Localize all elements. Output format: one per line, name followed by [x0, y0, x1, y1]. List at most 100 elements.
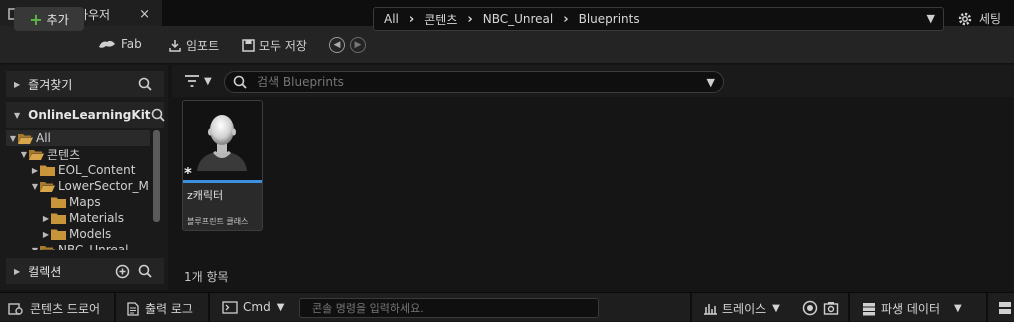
chevron-down-icon: ▼: [954, 303, 962, 314]
asset-view: [172, 97, 1014, 290]
save-all-label: 모두 저장: [259, 39, 307, 53]
tree-item[interactable]: ▶ EOL_Content: [6, 162, 150, 178]
project-header[interactable]: ▼ OnlineLearningKit: [6, 102, 165, 128]
chevron-down-icon: ▼: [772, 303, 780, 314]
console-input[interactable]: [310, 300, 594, 316]
tree-item[interactable]: ▶ Models: [6, 226, 150, 242]
collections-header[interactable]: ▶ 컬렉션: [6, 258, 164, 284]
item-count: 1개 항목: [184, 270, 229, 284]
search-input[interactable]: [255, 74, 699, 90]
add-circle-icon[interactable]: [115, 264, 130, 279]
asset-type-color-bar: [183, 180, 262, 183]
content-drawer-icon: [8, 302, 23, 315]
search-field[interactable]: ▼: [224, 71, 724, 93]
asset-name: z캐릭터: [187, 189, 224, 202]
output-log-label: 출력 로그: [145, 302, 193, 316]
folder-icon: [51, 197, 66, 208]
trace-dropdown[interactable]: 트레이스 ▼: [703, 300, 780, 317]
breadcrumb-blueprints[interactable]: Blueprints: [579, 12, 640, 26]
chevron-down-icon: ▼: [276, 301, 285, 313]
filter-button[interactable]: ▼: [184, 74, 212, 88]
tree-scrollbar[interactable]: [153, 130, 160, 222]
caret-right-icon[interactable]: ▶: [30, 166, 40, 175]
source-control-icon[interactable]: [998, 301, 1012, 315]
tree-item[interactable]: ▼ LowerSector_M: [6, 178, 150, 194]
folder-tree: ▼ All ▼ 콘텐츠 ▶ EOL_Content ▼ LowerSector_M Maps ▶ M…: [6, 130, 150, 250]
tree-item-label: Maps: [69, 195, 101, 209]
cmd-label: Cmd: [243, 300, 271, 314]
toolbar: [0, 26, 1014, 64]
folder-icon: [51, 213, 66, 224]
log-icon: [127, 301, 139, 316]
trace-label: 트레이스: [722, 302, 767, 316]
project-label: OnlineLearningKit: [28, 108, 151, 122]
tree-item[interactable]: Maps: [6, 194, 150, 210]
settings-label: 세팅: [979, 12, 1002, 26]
trace-icon: [704, 304, 717, 315]
caret-down-icon[interactable]: ▼: [8, 134, 18, 143]
asset-type: 블루프린트 클래스: [187, 217, 249, 226]
tree-item-label: NBC_Unreal: [58, 243, 129, 250]
folder-open-icon: [40, 245, 55, 250]
close-icon[interactable]: ×: [139, 7, 150, 22]
back-icon[interactable]: ◀: [329, 37, 345, 53]
terminal-icon: [222, 300, 238, 314]
plus-icon: +: [29, 9, 43, 29]
tree-item[interactable]: ▶ Materials: [6, 210, 150, 226]
settings-button[interactable]: 세팅: [957, 10, 1001, 27]
cmd-dropdown[interactable]: Cmd ▼: [222, 300, 284, 314]
tree-item[interactable]: ▼ 콘텐츠: [6, 146, 150, 162]
add-button-label: 추가: [46, 12, 69, 27]
fab-button[interactable]: Fab: [97, 37, 142, 51]
caret-down-icon: ▼: [14, 110, 21, 120]
chevron-down-icon[interactable]: ▼: [707, 76, 715, 89]
breadcrumb-nbc-unreal[interactable]: NBC_Unreal: [483, 12, 554, 26]
tree-item-label: All: [36, 131, 51, 145]
folder-icon: [51, 229, 66, 240]
search-icon: [233, 75, 247, 89]
derived-data-label: 파생 데이터: [881, 302, 941, 316]
chevron-down-icon[interactable]: ▼: [927, 12, 935, 25]
tree-item[interactable]: ▼ NBC_Unreal: [6, 242, 150, 250]
import-label: 임포트: [186, 39, 220, 53]
breadcrumb-content[interactable]: 콘텐츠: [424, 11, 457, 28]
content-drawer-button[interactable]: 콘텐츠 드로어: [8, 300, 100, 317]
record-icon[interactable]: [802, 300, 818, 316]
forward-icon[interactable]: ▶: [350, 37, 366, 53]
favorites-header[interactable]: ▶ 즐겨찾기: [6, 71, 164, 97]
search-icon[interactable]: [151, 108, 165, 122]
caret-down-icon[interactable]: ▼: [19, 150, 29, 159]
caret-down-icon[interactable]: ▼: [30, 182, 40, 191]
asset-tile[interactable]: * z캐릭터 블루프린트 클래스: [182, 100, 263, 231]
collections-label: 컬렉션: [28, 264, 62, 279]
caret-right-icon: ▶: [14, 79, 21, 89]
folder-open-icon: [29, 149, 44, 160]
fab-icon: [99, 40, 115, 48]
save-all-button[interactable]: 모두 저장: [242, 37, 307, 54]
screenshot-icon[interactable]: [823, 300, 839, 316]
caret-right-icon: ▶: [14, 266, 21, 276]
breadcrumb-all[interactable]: All: [384, 12, 399, 26]
status-bar: 콘텐츠 드로어 출력 로그 Cmd ▼ 트레이스 ▼: [0, 292, 1014, 322]
import-button[interactable]: 임포트: [168, 37, 219, 54]
caret-right-icon[interactable]: ▶: [41, 214, 51, 223]
tree-item[interactable]: ▼ All: [6, 130, 150, 146]
fab-label: Fab: [121, 37, 142, 51]
search-icon[interactable]: [138, 77, 152, 91]
chevron-right-icon: ›: [467, 11, 473, 27]
caret-down-icon[interactable]: ▼: [30, 246, 40, 251]
console-field[interactable]: [299, 298, 599, 318]
derived-data-dropdown[interactable]: 파생 데이터 ▼: [862, 300, 962, 317]
database-icon: [863, 302, 875, 315]
output-log-button[interactable]: 출력 로그: [127, 300, 193, 317]
asset-thumbnail: *: [183, 101, 262, 182]
tree-item-label: LowerSector_M: [58, 179, 149, 193]
search-icon[interactable]: [138, 264, 152, 278]
chevron-down-icon: ▼: [204, 75, 212, 87]
content-drawer-label: 콘텐츠 드로어: [30, 302, 101, 316]
filter-icon: [185, 75, 199, 87]
caret-right-icon[interactable]: ▶: [41, 230, 51, 239]
add-button[interactable]: + 추가: [14, 7, 84, 31]
gear-icon: [958, 12, 972, 25]
tree-item-label: EOL_Content: [58, 163, 136, 177]
